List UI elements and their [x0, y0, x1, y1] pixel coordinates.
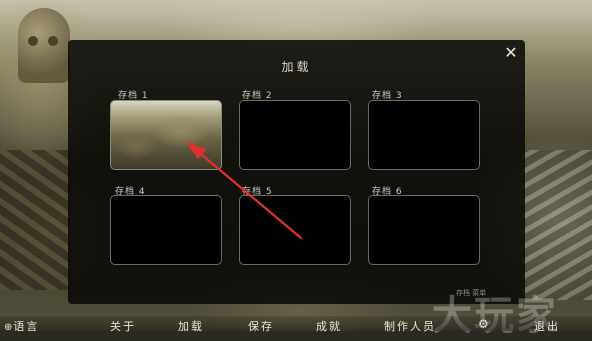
menu-language[interactable]: ⊕语言	[4, 318, 39, 334]
save-slot-6[interactable]	[368, 195, 480, 265]
close-button[interactable]: ✕	[502, 44, 520, 62]
background-pipes-right	[522, 150, 592, 300]
menu-exit[interactable]: 退出	[534, 318, 560, 334]
menu-about[interactable]: 关于	[110, 318, 136, 334]
robot-eye	[48, 36, 58, 46]
bottom-menu-bar	[0, 316, 592, 331]
robot-eye	[28, 36, 38, 46]
menu-credits[interactable]: 制作人员	[384, 318, 436, 334]
save-slot-1[interactable]	[110, 100, 222, 170]
close-icon: ✕	[504, 43, 518, 62]
gear-icon[interactable]: ⚙	[478, 317, 489, 331]
save-slot-3[interactable]	[368, 100, 480, 170]
menu-achievements[interactable]: 成就	[316, 318, 342, 334]
menu-load[interactable]: 加载	[178, 318, 204, 334]
menu-language-label: 语言	[13, 320, 40, 333]
dialog-title: 加载	[281, 60, 312, 74]
background-pipes-left	[0, 150, 70, 290]
robot-figure	[18, 8, 70, 83]
load-dialog: 加载 ✕ 存档 1 存档 2 存档 3 存档 4 存档 5 存档 6 存档 菜单	[68, 40, 525, 304]
save-slot-2[interactable]	[239, 100, 351, 170]
save-slot-1-thumbnail	[111, 101, 221, 169]
save-slot-5[interactable]	[239, 195, 351, 265]
globe-icon: ⊕	[4, 322, 13, 333]
menu-save[interactable]: 保存	[248, 318, 274, 334]
save-slot-4[interactable]	[110, 195, 222, 265]
